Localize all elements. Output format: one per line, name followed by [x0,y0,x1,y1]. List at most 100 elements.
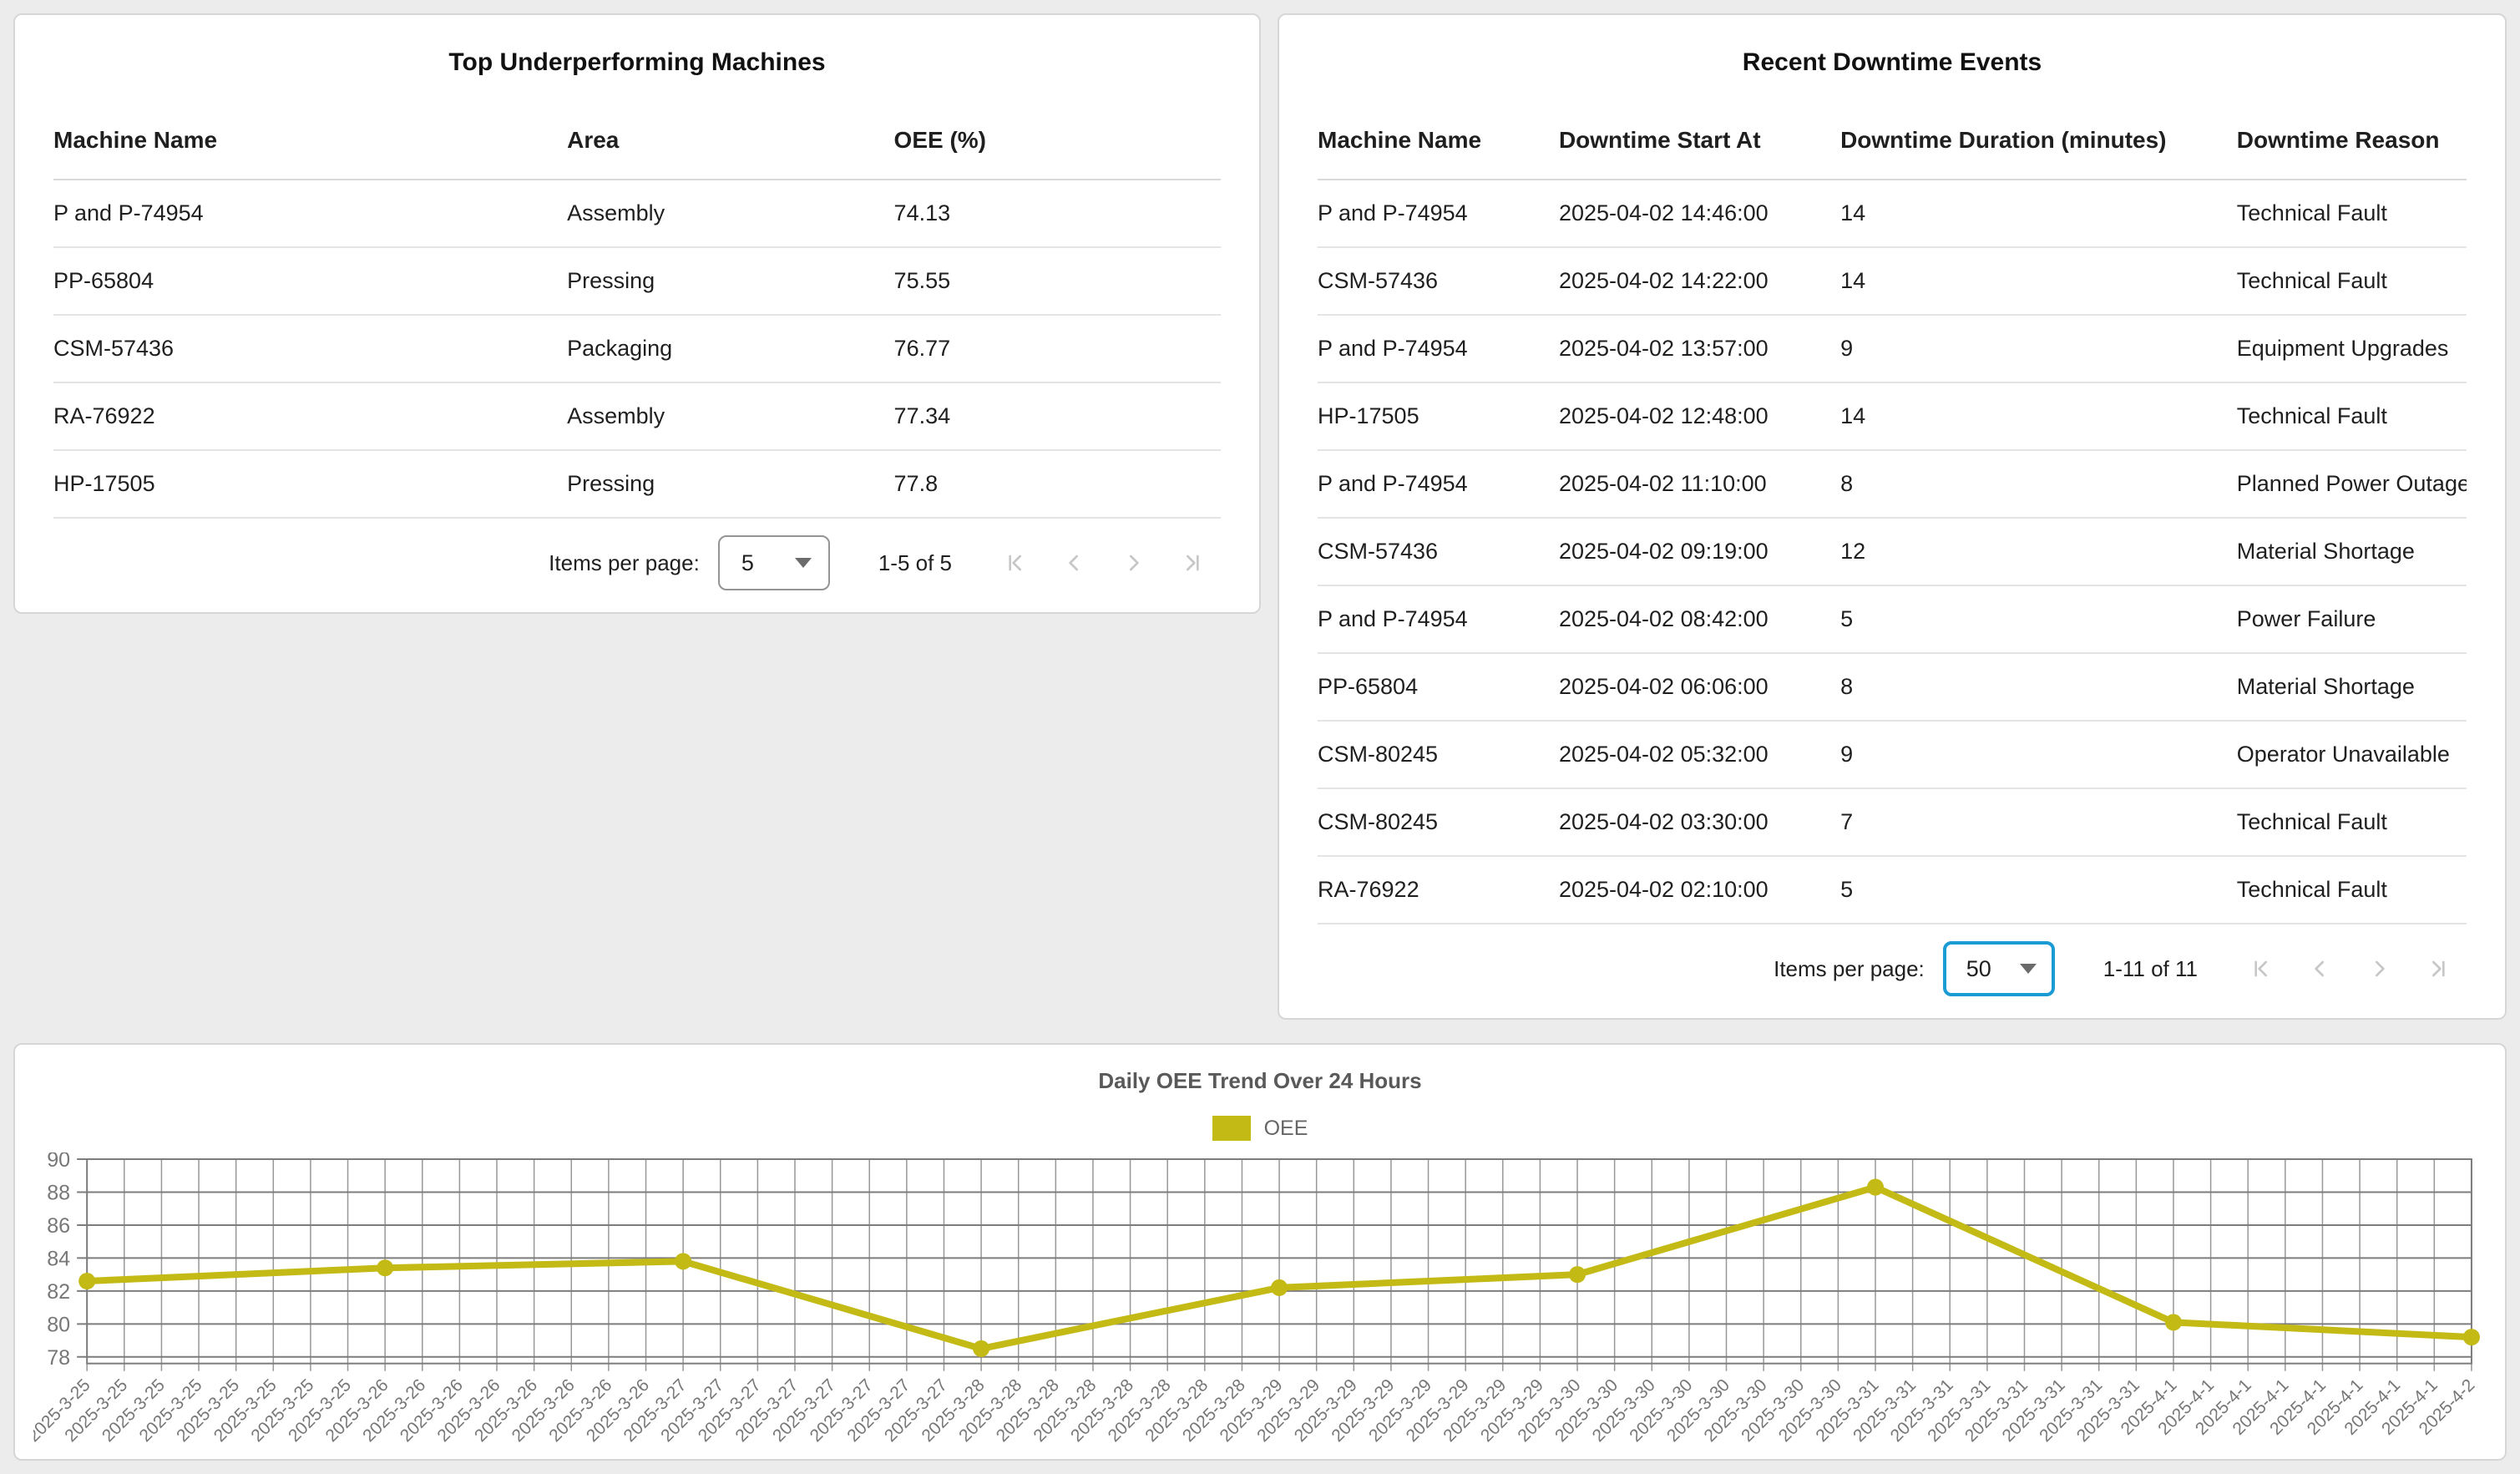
table-row: CSM-80245 2025-04-02 03:30:00 7 Technica… [1318,789,2467,857]
svg-text:90: 90 [47,1152,70,1172]
area-cell: Pressing [567,268,893,294]
previous-page-button[interactable] [2291,940,2350,998]
downtime-start-cell: 2025-04-02 08:42:00 [1559,606,1840,632]
next-page-icon [2366,955,2392,982]
svg-text:86: 86 [47,1214,70,1238]
downtime-reason-cell: Technical Fault [2237,809,2467,835]
downtime-events-card: Recent Downtime Events Machine Name Down… [1278,13,2507,1020]
previous-page-button[interactable] [1045,534,1104,592]
table-row: CSM-57436 2025-04-02 14:22:00 14 Technic… [1318,248,2467,316]
machine-name-cell: P and P-74954 [1318,471,1559,497]
svg-text:88: 88 [47,1182,70,1205]
table-row: P and P-74954 Assembly 74.13 [53,180,1221,248]
downtime-reason-cell: Material Shortage [2237,674,2467,700]
downtime-duration-cell: 14 [1840,200,2237,226]
downtime-duration-cell: 12 [1840,539,2237,565]
svg-text:84: 84 [47,1247,70,1270]
downtime-duration-cell: 8 [1840,471,2237,497]
downtime-start-cell: 2025-04-02 05:32:00 [1559,742,1840,767]
last-page-button[interactable] [1162,534,1221,592]
column-header-area: Area [567,127,893,154]
table-row: PP-65804 Pressing 75.55 [53,248,1221,316]
downtime-table-body: P and P-74954 2025-04-02 14:46:00 14 Tec… [1318,180,2467,924]
top-row: Top Underperforming Machines Machine Nam… [13,13,2507,1020]
downtime-start-cell: 2025-04-02 09:19:00 [1559,539,1840,565]
legend-swatch-icon [1212,1116,1251,1141]
svg-text:82: 82 [47,1280,70,1304]
pager-controls [987,534,1221,592]
next-page-button[interactable] [2350,940,2408,998]
downtime-paginator: Items per page: 50 1-11 of 11 [1318,924,2467,1013]
underperforming-table-body: P and P-74954 Assembly 74.13 PP-65804 Pr… [53,180,1221,519]
downtime-table: Machine Name Downtime Start At Downtime … [1318,114,2467,924]
dropdown-caret-icon [2020,964,2037,974]
underperforming-paginator: Items per page: 5 1-5 of 5 [53,519,1221,607]
underperforming-machines-card: Top Underperforming Machines Machine Nam… [13,13,1261,614]
legend-label: OEE [1264,1117,1308,1141]
downtime-start-cell: 2025-04-02 06:06:00 [1559,674,1840,700]
machine-name-cell: P and P-74954 [53,200,567,226]
underperforming-card-title: Top Underperforming Machines [53,48,1221,77]
table-row: HP-17505 Pressing 77.8 [53,451,1221,519]
first-page-button[interactable] [987,534,1045,592]
downtime-reason-cell: Technical Fault [2237,268,2467,294]
downtime-duration-cell: 9 [1840,336,2237,362]
downtime-start-cell: 2025-04-02 14:22:00 [1559,268,1840,294]
machine-name-cell: CSM-57436 [53,336,567,362]
table-row: P and P-74954 2025-04-02 08:42:00 5 Powe… [1318,586,2467,654]
next-page-button[interactable] [1104,534,1162,592]
table-row: PP-65804 2025-04-02 06:06:00 8 Material … [1318,654,2467,722]
column-header-downtime-reason: Downtime Reason [2237,127,2467,154]
svg-text:80: 80 [47,1313,70,1336]
downtime-duration-cell: 5 [1840,606,2237,632]
underperforming-table-header: Machine Name Area OEE (%) [53,114,1221,180]
table-row: RA-76922 2025-04-02 02:10:00 5 Technical… [1318,857,2467,924]
machine-name-cell: CSM-57436 [1318,268,1559,294]
first-page-icon [2249,955,2275,982]
area-cell: Assembly [567,200,893,226]
table-row: CSM-80245 2025-04-02 05:32:00 9 Operator… [1318,722,2467,789]
last-page-icon [2424,955,2451,982]
table-row: CSM-57436 2025-04-02 09:19:00 12 Materia… [1318,519,2467,586]
machine-name-cell: RA-76922 [1318,877,1559,903]
oee-cell: 75.55 [894,268,1221,294]
chart-title: Daily OEE Trend Over 24 Hours [33,1068,2487,1094]
previous-page-icon [2307,955,2334,982]
page-size-value: 50 [1966,956,1991,982]
machine-name-cell: P and P-74954 [1318,336,1559,362]
downtime-duration-cell: 14 [1840,268,2237,294]
chart-legend: OEE [33,1116,2487,1141]
downtime-reason-cell: Power Failure [2237,606,2467,632]
page-size-select[interactable]: 5 [718,535,830,590]
oee-cell: 77.34 [894,403,1221,429]
oee-cell: 74.13 [894,200,1221,226]
machine-name-cell: PP-65804 [53,268,567,294]
oee-line-chart: 2025-3-252025-3-252025-3-252025-3-252025… [33,1152,2487,1451]
items-per-page-label: Items per page: [1774,956,1925,982]
column-header-machine-name: Machine Name [53,127,567,154]
machine-name-cell: PP-65804 [1318,674,1559,700]
downtime-card-title: Recent Downtime Events [1318,48,2467,77]
table-row: RA-76922 Assembly 77.34 [53,383,1221,451]
oee-trend-chart-card: Daily OEE Trend Over 24 Hours OEE 2025-3… [13,1043,2507,1461]
downtime-start-cell: 2025-04-02 11:10:00 [1559,471,1840,497]
downtime-table-header: Machine Name Downtime Start At Downtime … [1318,114,2467,180]
last-page-button[interactable] [2408,940,2467,998]
first-page-button[interactable] [2233,940,2291,998]
area-cell: Packaging [567,336,893,362]
column-header-downtime-start: Downtime Start At [1559,127,1840,154]
downtime-duration-cell: 14 [1840,403,2237,429]
machine-name-cell: CSM-80245 [1318,742,1559,767]
downtime-reason-cell: Technical Fault [2237,403,2467,429]
oee-cell: 77.8 [894,471,1221,497]
downtime-start-cell: 2025-04-02 03:30:00 [1559,809,1840,835]
machine-name-cell: HP-17505 [53,471,567,497]
machine-name-cell: CSM-57436 [1318,539,1559,565]
last-page-icon [1178,550,1205,576]
items-per-page-label: Items per page: [549,550,700,576]
downtime-duration-cell: 5 [1840,877,2237,903]
downtime-reason-cell: Technical Fault [2237,200,2467,226]
downtime-start-cell: 2025-04-02 14:46:00 [1559,200,1840,226]
page-size-select[interactable]: 50 [1943,941,2055,996]
downtime-duration-cell: 7 [1840,809,2237,835]
